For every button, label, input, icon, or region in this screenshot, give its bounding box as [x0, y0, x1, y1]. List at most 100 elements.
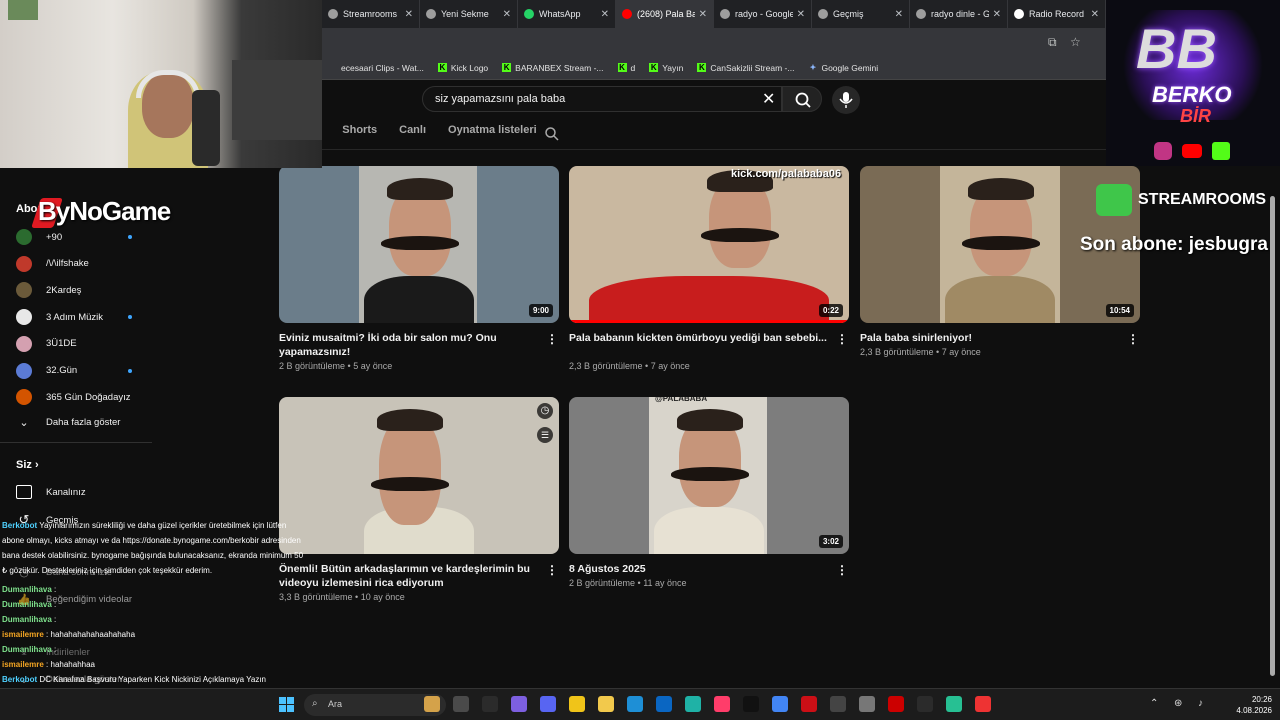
taskbar-app-icon[interactable]: [859, 696, 875, 712]
browser-tab[interactable]: radyo dinle - G ✕: [910, 0, 1008, 28]
shirt: [945, 276, 1055, 323]
video-menu-icon[interactable]: ⋮: [836, 563, 848, 577]
sidebar-item-subscription[interactable]: +90: [16, 229, 62, 245]
video-menu-icon[interactable]: ⋮: [836, 332, 848, 346]
taskbar-app-icon[interactable]: [627, 696, 643, 712]
chat-text: bana destek olabilirsiniz. bynogame bağı…: [2, 551, 304, 560]
video-menu-icon[interactable]: ⋮: [546, 563, 558, 577]
sidebar-item-subscription[interactable]: 3Ü1DE: [16, 335, 77, 352]
video-menu-icon[interactable]: ⋮: [1127, 332, 1139, 346]
taskbar-app-icon[interactable]: [917, 696, 933, 712]
avatar: [16, 229, 32, 245]
bookmark-label: ecesaari Clips - Wat...: [341, 62, 424, 73]
new-content-dot: [128, 235, 132, 239]
avatar: [16, 389, 32, 406]
sidebar-item-label: 2Kardeş: [46, 284, 82, 296]
bookmark-item[interactable]: Kecesaari Clips - Wat...: [328, 63, 424, 73]
taskbar-app-icon[interactable]: [569, 696, 585, 712]
logo-text-1: BERKO: [1152, 82, 1232, 107]
video-thumbnail[interactable]: 9:00: [279, 166, 559, 323]
taskbar-app-icon[interactable]: [656, 696, 672, 712]
bookmark-item[interactable]: K CanSakizlii Stream -...: [697, 63, 794, 73]
video-menu-icon[interactable]: ⋮: [546, 332, 558, 346]
bookmark-item[interactable]: K BARANBEX Stream -...: [502, 63, 604, 73]
bookmark-item[interactable]: K Kick Logo: [437, 63, 488, 73]
install-app-icon[interactable]: ⧉: [1048, 35, 1057, 50]
watch-later-icon[interactable]: ◷: [537, 403, 553, 419]
bookmark-item[interactable]: Kd: [617, 63, 635, 73]
taskbar-app-icon[interactable]: [946, 696, 962, 712]
browser-tab[interactable]: Yeni Sekme ✕: [420, 0, 518, 28]
bookmark-star-icon[interactable]: ☆: [1070, 35, 1081, 49]
video-thumbnail[interactable]: ◷ ☰: [279, 397, 559, 554]
taskbar-clock[interactable]: 20:26 4.08.2026: [1228, 694, 1272, 716]
tab-close-icon[interactable]: ✕: [1091, 9, 1099, 20]
video-meta: 2 B görüntüleme • 11 ay önce: [569, 578, 687, 588]
tab-playlists[interactable]: Oynatma listeleri: [448, 124, 537, 136]
video-title[interactable]: Eviniz musaitmi? İki oda bir salon mu? O…: [279, 331, 541, 359]
taskbar-app-icon[interactable]: [511, 696, 527, 712]
browser-tab[interactable]: Radio Record ✕: [1008, 0, 1106, 28]
tab-favicon-icon: [622, 9, 632, 19]
taskbar-app-icon[interactable]: [975, 696, 991, 712]
chat-text: : hahahahhaa: [46, 660, 95, 669]
sidebar-item-subscription[interactable]: 365 Gün Doğadayız: [16, 389, 131, 406]
face: [379, 415, 441, 525]
taskbar-app-icon[interactable]: [801, 696, 817, 712]
tab-live[interactable]: Canlı: [399, 124, 426, 136]
voice-search-button[interactable]: [832, 86, 860, 114]
taskbar-app-icon[interactable]: [453, 696, 469, 712]
sidebar-item-subscription[interactable]: 2Kardeş: [16, 282, 82, 299]
start-button[interactable]: [279, 697, 294, 712]
browser-tab[interactable]: (2608) Pala Bab ✕: [616, 0, 714, 28]
browser-tab[interactable]: Streamrooms ✕: [322, 0, 420, 28]
taskbar-app-icon[interactable]: [830, 696, 846, 712]
show-more-button[interactable]: ⌄ Daha fazla göster: [16, 416, 120, 429]
video-thumbnail[interactable]: @PALABABA 3:02: [569, 397, 849, 554]
tab-close-icon[interactable]: ✕: [797, 9, 805, 20]
taskbar-app-icon[interactable]: [888, 696, 904, 712]
sidebar-item-subscription[interactable]: /\/\ilfshake: [16, 255, 89, 272]
video-title[interactable]: Pala baba sinirleniyor!: [860, 331, 1122, 345]
taskbar-app-icon[interactable]: [598, 696, 614, 712]
clear-search-icon[interactable]: ✕: [762, 89, 775, 109]
volume-icon[interactable]: ♪: [1198, 698, 1203, 709]
tray-chevron-icon[interactable]: ⌃: [1150, 698, 1158, 709]
browser-tab[interactable]: radyo - Google ✕: [714, 0, 812, 28]
taskbar-app-icon[interactable]: [685, 696, 701, 712]
taskbar-app-icon[interactable]: [743, 696, 759, 712]
tab-close-icon[interactable]: ✕: [895, 9, 903, 20]
video-title[interactable]: Pala babanın kickten ömürboyu yediği ban…: [569, 331, 831, 345]
tab-shorts[interactable]: Shorts: [342, 124, 377, 136]
taskbar-app-icon[interactable]: [482, 696, 498, 712]
you-section-title[interactable]: Siz ›: [16, 459, 39, 471]
tab-close-icon[interactable]: ✕: [993, 9, 1001, 20]
tab-close-icon[interactable]: ✕: [503, 9, 511, 20]
taskbar-app-icon[interactable]: [714, 696, 730, 712]
add-to-queue-icon[interactable]: ☰: [537, 427, 553, 443]
tab-close-icon[interactable]: ✕: [699, 9, 707, 20]
video-thumbnail[interactable]: kick.com/palababa06 0:22: [569, 166, 849, 323]
video-title[interactable]: 8 Ağustos 2025: [569, 562, 831, 576]
channel-search-icon[interactable]: [544, 126, 560, 142]
network-icon[interactable]: ⊛: [1174, 698, 1182, 709]
taskbar-app-icon[interactable]: [424, 696, 440, 712]
taskbar-app-icon[interactable]: [540, 696, 556, 712]
bookmark-item[interactable]: K Yayın: [649, 63, 683, 73]
search-input[interactable]: siz yapamazsını pala baba: [422, 86, 782, 112]
sidebar-item-subscription[interactable]: 3 Adım Müzik: [16, 309, 103, 326]
chat-username: Berkobot: [2, 521, 38, 530]
search-button[interactable]: [782, 86, 822, 112]
tab-close-icon[interactable]: ✕: [405, 9, 413, 20]
sidebar-item-your-channel[interactable]: Kanalınız: [16, 485, 86, 499]
browser-tab[interactable]: WhatsApp ✕: [518, 0, 616, 28]
address-bar[interactable]: ⧉ ☆: [322, 28, 1106, 56]
tab-close-icon[interactable]: ✕: [601, 9, 609, 20]
chat-text: DC Kanalına Başvuru Yaparken Kick Nickin…: [39, 675, 266, 684]
page-scrollbar[interactable]: [1270, 196, 1275, 676]
sidebar-item-subscription[interactable]: 32.Gün: [16, 362, 77, 379]
chat-text: ₺ gözükür. Destekleriniz için şimdiden ç…: [2, 566, 213, 575]
browser-tab[interactable]: Geçmiş ✕: [812, 0, 910, 28]
taskbar-app-icon[interactable]: [772, 696, 788, 712]
bookmark-item[interactable]: ✦ Google Gemini: [808, 63, 879, 73]
